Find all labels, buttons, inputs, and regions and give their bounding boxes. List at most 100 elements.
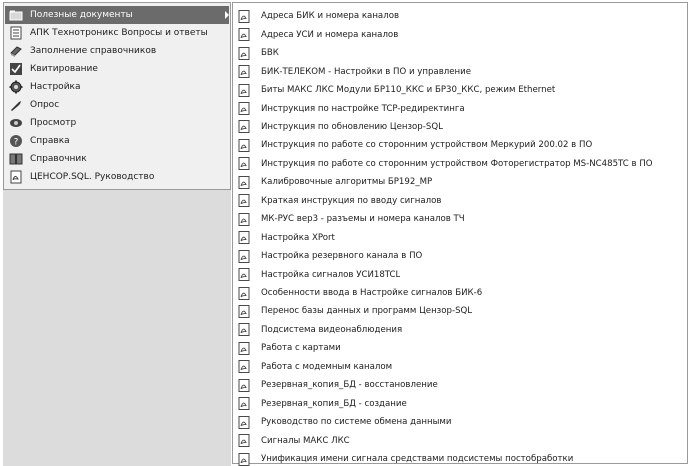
menu-item-settings[interactable]: Настройка xyxy=(5,78,229,96)
menu-item-label: Полезные документы xyxy=(30,10,133,20)
pdf-document-icon xyxy=(238,378,250,392)
submenu-item[interactable]: Настройка резервного канала в ПО xyxy=(235,247,685,266)
submenu-item-label: БВК xyxy=(261,48,279,59)
pdf-document-icon xyxy=(238,360,250,374)
submenu-item[interactable]: Перенос базы данных и программ Цензор-SQ… xyxy=(235,302,685,321)
menu-item-view[interactable]: Просмотр xyxy=(5,114,229,132)
left-empty-area xyxy=(3,190,231,466)
submenu-item-label: Инструкция по работе со сторонним устрой… xyxy=(261,158,653,169)
submenu-item-label: Особенности ввода в Настройке сигналов Б… xyxy=(261,288,483,298)
folder-icon xyxy=(9,8,23,22)
submenu-item-label: Адреса УСИ и номера каналов xyxy=(261,29,399,40)
pdf-document-icon xyxy=(238,102,250,115)
submenu-item[interactable]: Инструкция по работе со сторонним устрой… xyxy=(235,136,685,155)
menu-item-apk-faq[interactable]: АПК Технотроникс Вопросы и ответы xyxy=(5,24,229,42)
menu-item-reference[interactable]: Справочник xyxy=(5,150,229,168)
pdf-document-icon xyxy=(238,120,250,134)
submenu-item[interactable]: БИК-ТЕЛЕКОМ - Настройки в ПО и управлени… xyxy=(235,62,685,81)
menu-item-label: Просмотр xyxy=(30,118,77,128)
gear-icon xyxy=(9,80,23,94)
pdf-document-icon xyxy=(238,415,250,429)
submenu-item[interactable]: Инструкция по работе со сторонним устрой… xyxy=(235,155,685,174)
pdf-document-icon xyxy=(238,9,250,23)
submenu-item[interactable]: Резервная_копия_БД - восстановление xyxy=(235,376,685,395)
pdf-document-icon xyxy=(238,212,250,226)
submenu-item[interactable]: Особенности ввода в Настройке сигналов Б… xyxy=(235,284,685,303)
pdf-document-icon xyxy=(238,304,250,318)
submenu-item-label: Резервная_копия_БД - создание xyxy=(261,398,407,409)
submenu-item-label: Настройка сигналов УСИ18TCL xyxy=(261,269,401,280)
submenu-item-label: Настройка резервного канала в ПО xyxy=(261,251,423,262)
submenu-item[interactable]: Подсистема видеонаблюдения xyxy=(235,321,685,340)
menu-item-fill-references[interactable]: Заполнение справочников xyxy=(5,42,229,60)
submenu-item[interactable]: Краткая инструкция по вводу сигналов xyxy=(235,192,685,211)
submenu-item-label: Инструкция по настройке TCP-редиректинга xyxy=(261,103,465,114)
submenu-item-label: Адреса БИК и номера каналов xyxy=(261,11,400,22)
submenu-item-label: Краткая инструкция по вводу сигналов xyxy=(261,195,442,206)
pdf-document-icon xyxy=(238,83,250,97)
submenu-item-label: Инструкция по работе со сторонним устрой… xyxy=(261,140,593,151)
menu-item-label: АПК Технотроникс Вопросы и ответы xyxy=(30,28,208,38)
reference-book-icon xyxy=(9,152,23,166)
menu-item-poll[interactable]: Опрос xyxy=(5,96,229,114)
eye-icon xyxy=(9,116,23,130)
submenu-item[interactable]: Работа с картами xyxy=(235,339,685,358)
submenu-item-label: Резервная_копия_БД - восстановление xyxy=(261,380,438,391)
menu-item-label: Настройка xyxy=(30,82,81,92)
submenu-item-label: БИК-ТЕЛЕКОМ - Настройки в ПО и управлени… xyxy=(261,66,472,77)
help-icon: ? xyxy=(9,134,23,148)
menu-item-label: Опрос xyxy=(30,100,60,110)
documents-submenu: Адреса БИК и номера каналов Адреса УСИ и … xyxy=(232,2,688,466)
submenu-arrow-icon xyxy=(225,11,229,19)
book-icon xyxy=(9,44,23,58)
pdf-document-icon xyxy=(238,157,250,171)
pdf-document-icon xyxy=(238,286,250,300)
check-icon xyxy=(9,62,23,76)
pdf-document-icon xyxy=(238,65,250,79)
pdf-document-icon xyxy=(238,28,250,42)
pdf-icon xyxy=(9,170,23,184)
submenu-item-label: Подсистема видеонаблюдения xyxy=(261,324,403,335)
submenu-item[interactable]: Биты МАКС ЛКС Модули БР110_ККС и БР30_КК… xyxy=(235,81,685,100)
menu-item-censor-sql-guide[interactable]: ЦЕНСОР.SQL. Руководство xyxy=(5,168,229,186)
submenu-item[interactable]: Инструкция по обновлению Цензор-SQL xyxy=(235,118,685,137)
submenu-item-label: Работа с модемным каналом xyxy=(261,361,393,372)
submenu-item[interactable]: Сигналы МАКС ЛКС xyxy=(235,431,685,450)
submenu-item[interactable]: Калибровочные алгоритмы БР192_МР xyxy=(235,173,685,192)
left-menu: Полезные документы АПК Технотроникс Вопр… xyxy=(3,2,231,190)
submenu-item-label: Перенос базы данных и программ Цензор-SQ… xyxy=(261,306,473,317)
submenu-item[interactable]: Адреса БИК и номера каналов xyxy=(235,7,685,26)
pdf-document-icon xyxy=(238,434,250,448)
submenu-item-label: Настройка XPort xyxy=(261,232,335,243)
menu-item-useful-documents[interactable]: Полезные документы xyxy=(5,6,229,24)
submenu-item-label: Инструкция по обновлению Цензор-SQL xyxy=(261,121,443,132)
submenu-item-label: Унификация имени сигнала средствами подс… xyxy=(261,454,574,465)
pdf-document-icon xyxy=(238,452,250,466)
pdf-document-icon xyxy=(238,249,250,263)
wrench-icon xyxy=(9,98,23,112)
pdf-document-icon xyxy=(238,231,250,245)
desktop-stage: Полезные документы АПК Технотроникс Вопр… xyxy=(0,0,691,466)
menu-item-label: ЦЕНСОР.SQL. Руководство xyxy=(30,172,155,182)
menu-item-label: Справочник xyxy=(30,154,87,164)
submenu-item-label: Биты МАКС ЛКС Модули БР110_ККС и БР30_КК… xyxy=(261,85,556,96)
pdf-document-icon xyxy=(238,138,250,152)
submenu-item[interactable]: Настройка XPort xyxy=(235,228,685,247)
submenu-item[interactable]: Настройка сигналов УСИ18TCL xyxy=(235,265,685,284)
pdf-document-icon xyxy=(238,175,250,189)
menu-item-label: Квитирование xyxy=(30,64,98,74)
submenu-item[interactable]: Унификация имени сигнала средствами подс… xyxy=(235,450,685,466)
menu-item-acknowledgement[interactable]: Квитирование xyxy=(5,60,229,78)
pdf-document-icon xyxy=(238,323,250,337)
submenu-item[interactable]: МК-РУС вер3 - разъемы и номера каналов Т… xyxy=(235,210,685,229)
submenu-item[interactable]: Инструкция по настройке TCP-редиректинга xyxy=(235,99,685,118)
submenu-item[interactable]: БВК xyxy=(235,44,685,63)
submenu-item[interactable]: Руководство по системе обмена данными xyxy=(235,413,685,432)
submenu-item-label: Работа с картами xyxy=(261,343,341,354)
submenu-item[interactable]: Адреса УСИ и номера каналов xyxy=(235,25,685,44)
submenu-item[interactable]: Резервная_копия_БД - создание xyxy=(235,394,685,413)
svg-text:?: ? xyxy=(14,138,19,148)
menu-item-help[interactable]: ? Справка xyxy=(5,132,229,150)
submenu-item-label: Сигналы МАКС ЛКС xyxy=(261,435,350,446)
submenu-item[interactable]: Работа с модемным каналом xyxy=(235,358,685,377)
